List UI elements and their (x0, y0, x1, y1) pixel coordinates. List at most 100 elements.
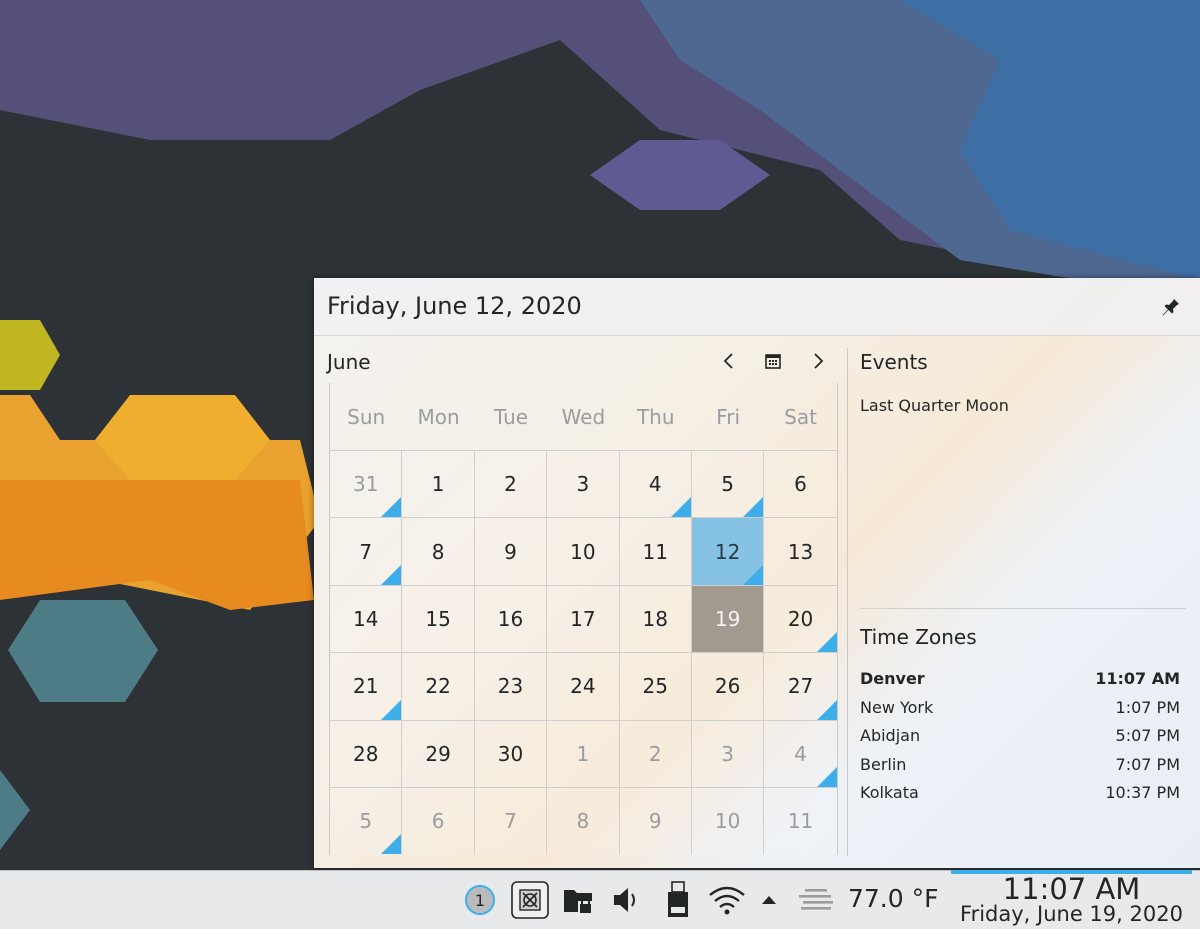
day-cell[interactable]: 7 (474, 786, 548, 855)
day-cell[interactable]: 6 (402, 786, 475, 855)
pin-button[interactable] (1158, 294, 1182, 318)
day-cell[interactable]: 4 (619, 450, 692, 518)
day-cell[interactable]: 2 (474, 450, 548, 518)
clock-date: Friday, June 19, 2020 (960, 902, 1183, 926)
day-cell[interactable]: 9 (619, 786, 692, 855)
month-label[interactable]: June (327, 350, 371, 374)
divider (860, 608, 1186, 609)
day-cell[interactable]: 3 (691, 719, 765, 787)
day-cell[interactable]: 13 (764, 517, 837, 585)
day-number: 24 (570, 674, 596, 699)
day-cell[interactable]: 11 (619, 517, 692, 585)
timezone-city: New York (860, 697, 934, 717)
day-cell-selected[interactable]: 12 (691, 517, 765, 585)
temperature-label[interactable]: 77.0 °F (848, 884, 939, 913)
day-cell[interactable]: 28 (330, 719, 403, 787)
day-cell[interactable]: 25 (619, 652, 692, 720)
day-cell[interactable]: 20 (764, 584, 837, 653)
event-marker (381, 497, 402, 518)
day-cell[interactable]: 15 (402, 584, 475, 653)
day-cell[interactable]: 8 (402, 517, 475, 585)
day-cell[interactable]: 31 (330, 450, 403, 518)
day-cell[interactable]: 11 (764, 786, 837, 855)
day-cell[interactable]: 10 (547, 517, 620, 585)
day-cell[interactable]: 14 (330, 584, 403, 653)
day-cell[interactable]: 21 (330, 652, 403, 720)
day-number: 22 (425, 674, 451, 699)
day-cell[interactable]: 24 (547, 652, 620, 720)
volume-button[interactable] (608, 881, 646, 919)
timezone-time: 5:07 PM (1115, 726, 1180, 746)
chevron-left-icon (723, 353, 733, 369)
day-cell[interactable]: 10 (691, 786, 765, 855)
month-grid: Sun Mon Tue Wed Thu Fri Sat 31 1 2 3 4 5 6 7 8 9 1… (329, 383, 838, 855)
day-cell[interactable]: 27 (764, 652, 837, 720)
day-cell[interactable]: 23 (474, 652, 548, 720)
day-cell[interactable]: 3 (547, 450, 620, 518)
timezone-city: Denver (860, 669, 925, 688)
timezone-time: 1:07 PM (1115, 697, 1180, 717)
app-icon (511, 881, 549, 919)
day-cell[interactable]: 30 (474, 719, 548, 787)
day-number: 21 (352, 674, 379, 699)
day-number: 1 (431, 472, 445, 497)
timezones-title: Time Zones (860, 625, 977, 649)
timezone-row: New York 1:07 PM (860, 698, 1180, 727)
weekday-label: Sat (784, 404, 817, 429)
day-cell[interactable]: 5 (691, 450, 765, 518)
day-cell[interactable]: 17 (547, 584, 620, 653)
events-title: Events (860, 350, 928, 374)
next-month-button[interactable] (805, 348, 831, 374)
calendar-popup: Friday, June 12, 2020 June Sun Mon Tue W… (314, 278, 1200, 868)
weekday-label: Fri (716, 404, 741, 429)
digital-clock[interactable]: 11:07 AM Friday, June 19, 2020 (951, 870, 1192, 928)
chevron-right-icon (814, 353, 824, 369)
notifications-button[interactable]: 1 (462, 881, 498, 919)
day-cell[interactable]: 5 (330, 786, 403, 855)
day-number: 28 (352, 741, 379, 766)
weekday-label: Mon (417, 404, 460, 429)
day-cell[interactable]: 16 (474, 584, 548, 653)
today-button[interactable] (760, 348, 786, 374)
tray-app-button[interactable] (510, 881, 550, 919)
week-row: 21 22 23 24 25 26 27 (330, 652, 837, 720)
devices-button[interactable] (660, 881, 696, 919)
vault-button[interactable] (560, 881, 598, 919)
day-number: 16 (497, 606, 524, 631)
day-number: 14 (352, 606, 379, 631)
day-number: 10 (570, 539, 596, 564)
pin-icon (1162, 297, 1179, 316)
event-marker (743, 564, 764, 585)
day-cell[interactable]: 1 (547, 719, 620, 787)
day-number: 5 (721, 472, 735, 497)
day-cell[interactable]: 29 (402, 719, 475, 787)
weekday-label: Tue (493, 404, 529, 429)
popup-header: Friday, June 12, 2020 (314, 278, 1200, 336)
day-cell[interactable]: 18 (619, 584, 692, 653)
day-cell[interactable]: 6 (764, 450, 837, 518)
weekday-label: Wed (561, 404, 606, 429)
day-cell[interactable]: 22 (402, 652, 475, 720)
day-cell-today[interactable]: 19 (691, 584, 765, 653)
week-row: 7 8 9 10 11 12 13 (330, 517, 837, 585)
calendar-icon (765, 354, 781, 369)
event-marker (381, 699, 402, 720)
day-cell[interactable]: 2 (619, 719, 692, 787)
day-number: 27 (787, 674, 814, 699)
timezone-row: Abidjan 5:07 PM (860, 726, 1180, 755)
network-button[interactable] (704, 881, 750, 919)
weather-button[interactable] (792, 881, 842, 919)
previous-month-button[interactable] (716, 348, 742, 374)
day-cell[interactable]: 26 (691, 652, 765, 720)
day-cell[interactable]: 1 (402, 450, 475, 518)
wifi-icon (709, 886, 745, 915)
day-number: 2 (648, 741, 662, 766)
day-cell[interactable]: 9 (474, 517, 548, 585)
day-number: 8 (431, 539, 445, 564)
day-cell[interactable]: 4 (764, 719, 837, 787)
day-cell[interactable]: 7 (330, 517, 403, 585)
day-cell[interactable]: 8 (547, 786, 620, 855)
timezone-time: 7:07 PM (1115, 754, 1180, 774)
event-item[interactable]: Last Quarter Moon (860, 396, 1009, 415)
show-hidden-icons-button[interactable] (756, 881, 782, 919)
